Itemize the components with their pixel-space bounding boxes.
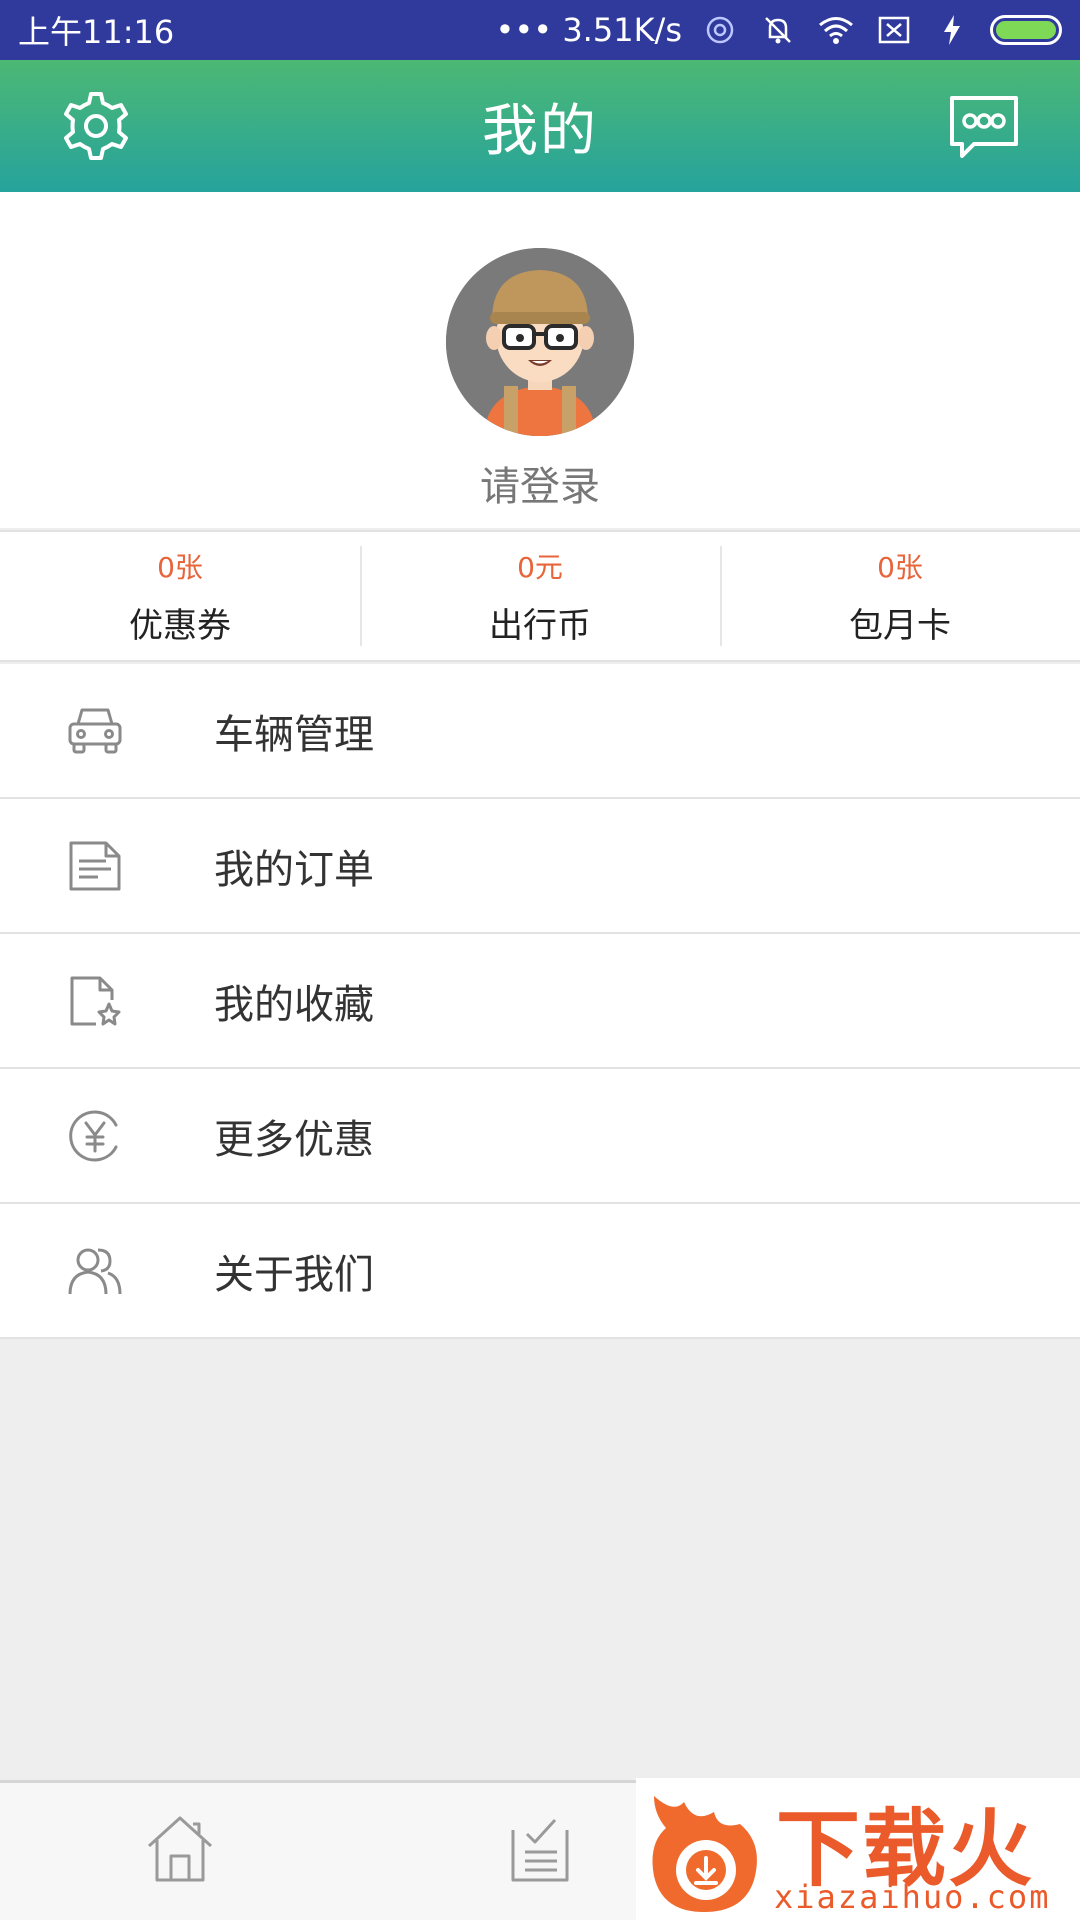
avatar[interactable] xyxy=(446,248,634,436)
stat-label: 优惠券 xyxy=(129,605,231,646)
profile-section: 请登录 xyxy=(0,192,1080,528)
account-stats: 0张 优惠券 0元 出行币 0张 包月卡 xyxy=(0,530,1080,662)
message-icon xyxy=(950,96,1018,158)
flame-logo-icon xyxy=(652,1796,757,1912)
menu-list: 车辆管理 我的订单 我的收藏 更多优惠 关于我们 xyxy=(0,664,1080,1339)
nav-home-button[interactable] xyxy=(140,1809,220,1889)
menu-item-vehicle-management[interactable]: 车辆管理 xyxy=(0,664,1080,799)
menu-item-label: 我的收藏 xyxy=(214,981,374,1028)
menu-item-about-us[interactable]: 关于我们 xyxy=(0,1204,1080,1339)
sim-icon xyxy=(874,10,914,50)
status-time: 上午11:16 xyxy=(18,13,175,51)
menu-item-more-offers[interactable]: 更多优惠 xyxy=(0,1069,1080,1204)
home-icon xyxy=(147,1816,213,1882)
wifi-icon xyxy=(816,10,856,50)
menu-item-label: 我的订单 xyxy=(214,846,374,893)
network-speed: ••• 3.51K/s xyxy=(495,11,682,49)
stat-label: 包月卡 xyxy=(849,605,951,646)
messages-button[interactable] xyxy=(946,88,1022,164)
menu-item-label: 更多优惠 xyxy=(214,1116,374,1163)
stat-coupons[interactable]: 0张 优惠券 xyxy=(0,532,360,660)
menu-item-label: 车辆管理 xyxy=(214,711,374,758)
watermark: 下载火 xiazaihuo.com xyxy=(636,1778,1080,1920)
menu-item-my-favorites[interactable]: 我的收藏 xyxy=(0,934,1080,1069)
gear-icon xyxy=(64,92,128,160)
stat-value: 0张 xyxy=(157,550,203,584)
watermark-url: xiazaihuo.com xyxy=(774,1878,1051,1916)
order-icon xyxy=(66,837,124,895)
stat-travel-coins[interactable]: 0元 出行币 xyxy=(360,532,720,660)
yen-icon xyxy=(66,1107,124,1165)
hotspot-icon xyxy=(700,10,740,50)
settings-button[interactable] xyxy=(58,88,134,164)
battery-icon xyxy=(990,15,1062,45)
favorite-icon xyxy=(66,972,124,1030)
page-title: 我的 xyxy=(482,98,598,164)
users-icon xyxy=(66,1242,124,1300)
status-icons: ••• 3.51K/s xyxy=(496,10,1062,50)
charging-icon xyxy=(932,10,972,50)
app-header: 我的 xyxy=(0,60,1080,192)
status-bar: 上午11:16 ••• 3.51K/s xyxy=(0,0,1080,60)
stat-label: 出行币 xyxy=(489,605,591,646)
stat-value: 0元 xyxy=(517,550,563,584)
nav-orders-button[interactable] xyxy=(500,1809,580,1889)
login-prompt[interactable]: 请登录 xyxy=(0,454,1080,512)
orders-icon xyxy=(511,1818,569,1882)
menu-item-my-orders[interactable]: 我的订单 xyxy=(0,799,1080,934)
stat-monthly-cards[interactable]: 0张 包月卡 xyxy=(720,532,1080,660)
menu-item-label: 关于我们 xyxy=(214,1251,374,1298)
stat-value: 0张 xyxy=(877,550,923,584)
car-icon xyxy=(66,702,124,760)
mute-icon xyxy=(758,10,798,50)
